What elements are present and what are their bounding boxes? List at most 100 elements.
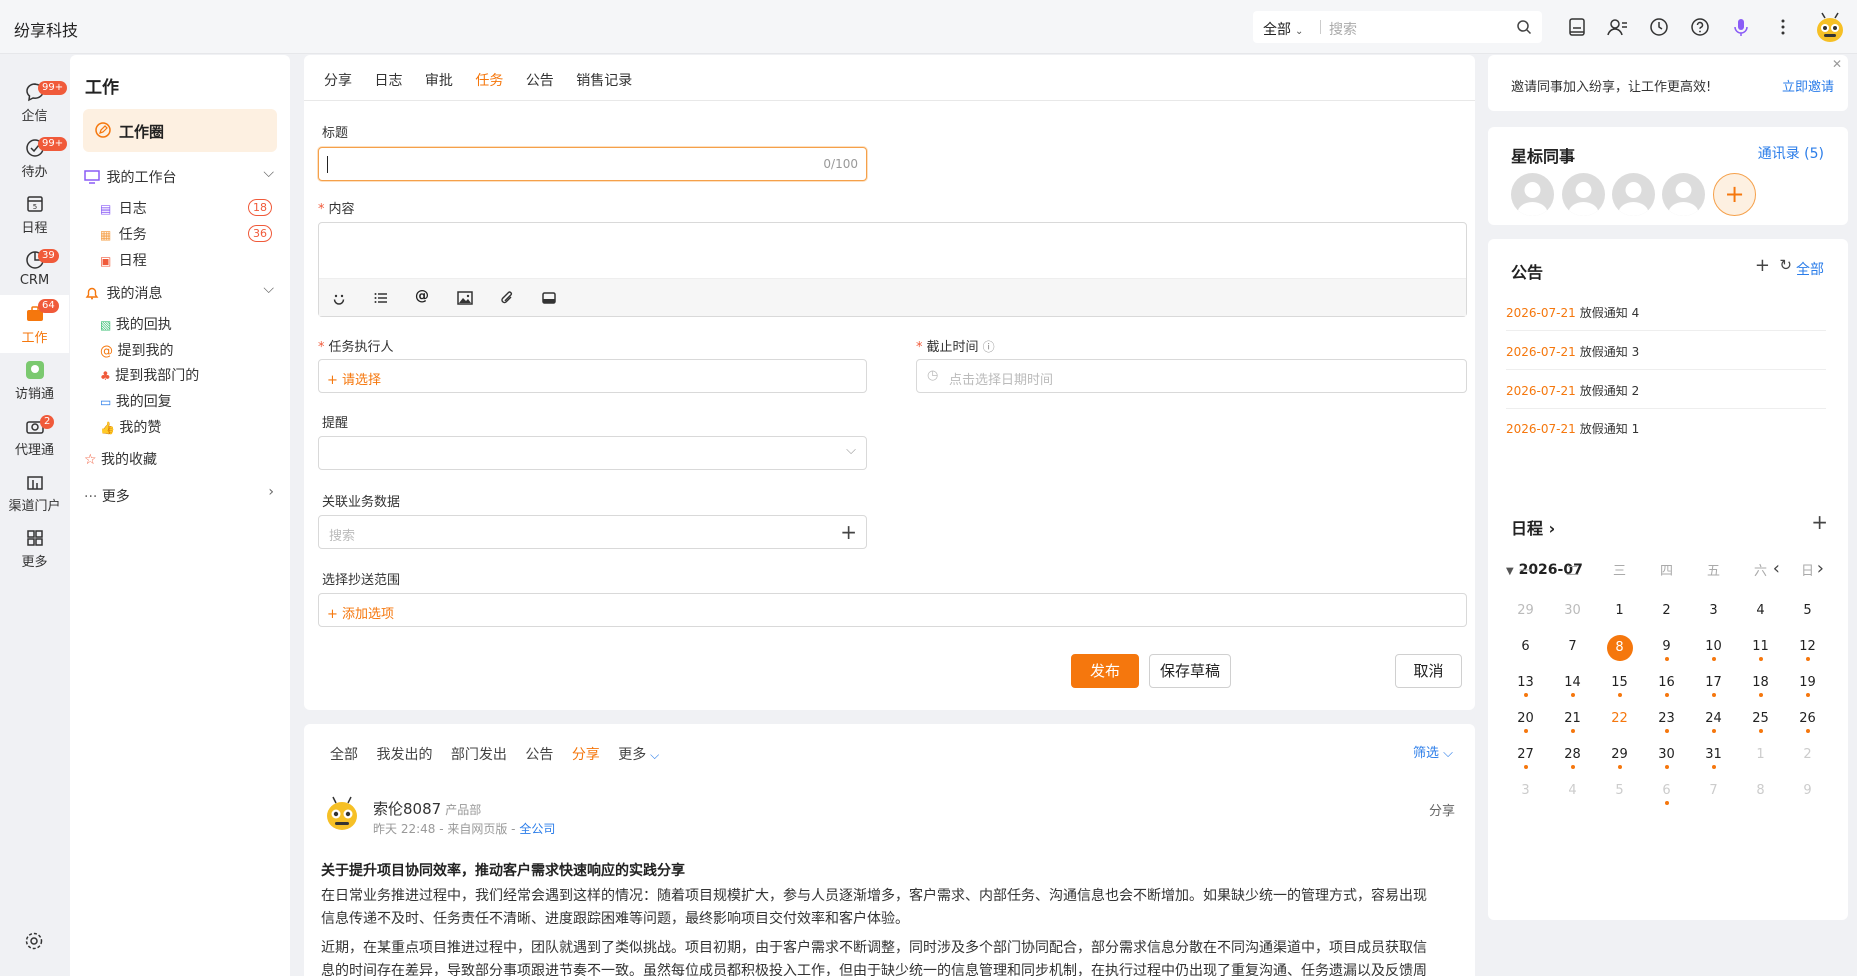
calendar-day[interactable]: 8 xyxy=(1596,635,1643,669)
my-workbench-toggle[interactable]: 我的工作台 ⌵ xyxy=(84,165,274,187)
calendar-day[interactable]: 29 xyxy=(1596,747,1643,777)
author-name[interactable]: 索伦8087 xyxy=(373,800,441,818)
calendar-day[interactable]: 17 xyxy=(1690,675,1737,705)
calendar-day[interactable]: 16 xyxy=(1643,675,1690,705)
cancel-button[interactable]: 取消 xyxy=(1395,654,1462,688)
calendar-day[interactable]: 25 xyxy=(1737,711,1784,741)
calendar-day[interactable]: 30 xyxy=(1643,747,1690,777)
calendar-day[interactable]: 2 xyxy=(1784,747,1831,777)
tab-task[interactable]: 任务 xyxy=(475,70,503,90)
calendar-day[interactable]: 10 xyxy=(1690,639,1737,669)
clock-icon[interactable] xyxy=(1648,16,1670,38)
filter-button[interactable]: 筛选 ⌵ xyxy=(1413,742,1453,761)
colleague-avatar[interactable] xyxy=(1612,173,1655,216)
feed-tab-notice[interactable]: 公告 xyxy=(525,744,553,764)
attachment-icon[interactable] xyxy=(499,290,515,306)
user-avatar[interactable] xyxy=(1812,10,1848,46)
search-input[interactable]: 搜索 xyxy=(1329,19,1357,39)
calendar-day[interactable]: 1 xyxy=(1737,747,1784,777)
title-input[interactable]: 0/100 xyxy=(318,147,867,181)
calendar-day[interactable]: 9 xyxy=(1643,639,1690,669)
executor-picker[interactable]: + 请选择 xyxy=(318,359,867,393)
search-icon[interactable] xyxy=(1516,19,1532,35)
contacts-icon[interactable] xyxy=(1606,16,1628,38)
tab-log[interactable]: 日志 xyxy=(374,70,402,90)
calendar-day[interactable]: 21 xyxy=(1549,711,1596,741)
nav-item-agent[interactable]: 代理通 2 xyxy=(0,415,69,475)
calendar-day[interactable]: 15 xyxy=(1596,675,1643,705)
tab-sales-record[interactable]: 销售记录 xyxy=(576,70,632,90)
calendar-day[interactable]: 5 xyxy=(1784,603,1831,633)
feed-tab-sent[interactable]: 我发出的 xyxy=(376,744,432,764)
calendar-day[interactable]: 22 xyxy=(1596,711,1643,741)
contacts-link[interactable]: 通讯录 (5) xyxy=(1758,143,1824,163)
help-circle-icon[interactable]: ⓘ xyxy=(983,340,995,354)
feed-tab-dept[interactable]: 部门发出 xyxy=(451,744,507,764)
calendar-day[interactable]: 9 xyxy=(1784,783,1831,813)
calendar-day[interactable]: 5 xyxy=(1596,783,1643,813)
calendar-day[interactable]: 28 xyxy=(1549,747,1596,777)
plus-icon[interactable]: + xyxy=(840,520,857,544)
post-author[interactable]: 索伦8087 产品部 xyxy=(373,798,481,819)
plus-icon[interactable]: + xyxy=(1755,255,1770,276)
calendar-day[interactable]: 4 xyxy=(1549,783,1596,813)
message-item-replies[interactable]: ▭ 我的回复 xyxy=(100,391,172,411)
calendar-day[interactable]: 8 xyxy=(1737,783,1784,813)
mention-icon[interactable]: @ xyxy=(415,288,431,304)
cc-picker[interactable]: + 添加选项 xyxy=(318,593,1467,627)
calendar-day[interactable]: 3 xyxy=(1502,783,1549,813)
plus-icon[interactable]: + xyxy=(1811,510,1828,534)
image-icon[interactable] xyxy=(457,290,473,306)
feed-tab-share[interactable]: 分享 xyxy=(572,744,600,764)
microphone-icon[interactable] xyxy=(1730,16,1752,38)
message-item-mentions[interactable]: @ 提到我的 xyxy=(100,340,173,360)
calendar-day[interactable]: 31 xyxy=(1690,747,1737,777)
calendar-day[interactable]: 30 xyxy=(1549,603,1596,633)
calendar-day[interactable]: 27 xyxy=(1502,747,1549,777)
calendar-day[interactable]: 7 xyxy=(1690,783,1737,813)
drive-icon[interactable] xyxy=(541,290,557,306)
more-vertical-icon[interactable] xyxy=(1772,16,1794,38)
notice-all-link[interactable]: 全部 xyxy=(1796,259,1824,279)
nav-item-qixin[interactable]: 企信 99+ xyxy=(0,81,69,141)
save-draft-button[interactable]: 保存草稿 xyxy=(1149,654,1231,688)
invite-link[interactable]: 立即邀请 xyxy=(1782,76,1834,95)
more-toggle[interactable]: ··· 更多 › xyxy=(84,484,274,506)
calendar-day[interactable]: 24 xyxy=(1690,711,1737,741)
schedule-title-link[interactable]: 日程 › xyxy=(1511,515,1555,539)
nav-item-todo[interactable]: 待办 99+ xyxy=(0,137,69,197)
related-data-search[interactable]: 搜索 + xyxy=(318,515,867,549)
calendar-day[interactable]: 19 xyxy=(1784,675,1831,705)
calendar-day[interactable]: 3 xyxy=(1690,603,1737,633)
message-item-likes[interactable]: 👍 我的赞 xyxy=(100,417,161,437)
calendar-day[interactable]: 23 xyxy=(1643,711,1690,741)
workbench-item-task[interactable]: ▦ 任务 36 xyxy=(100,224,290,244)
calendar-day[interactable]: 29 xyxy=(1502,603,1549,633)
message-item-dept-mentions[interactable]: ♣ 提到我部门的 xyxy=(100,365,199,385)
calendar-day[interactable]: 2 xyxy=(1643,603,1690,633)
help-icon[interactable] xyxy=(1689,16,1711,38)
calendar-day[interactable]: 1 xyxy=(1596,603,1643,633)
workbench-item-log[interactable]: ▤ 日志 18 xyxy=(100,198,290,218)
colleague-avatar[interactable] xyxy=(1511,173,1554,216)
document-icon[interactable] xyxy=(1566,16,1588,38)
nav-item-channel[interactable]: 渠道门户 xyxy=(0,471,69,531)
notice-item[interactable]: 2026-07-21 放假通知 2 xyxy=(1506,371,1826,409)
remind-select[interactable]: ⌵ xyxy=(318,436,867,470)
post-scope-link[interactable]: 全公司 xyxy=(519,822,555,836)
tab-approval[interactable]: 审批 xyxy=(425,70,453,90)
calendar-day[interactable]: 6 xyxy=(1502,639,1549,669)
calendar-day[interactable]: 26 xyxy=(1784,711,1831,741)
list-icon[interactable] xyxy=(373,290,389,306)
content-editor[interactable]: @ xyxy=(318,222,1467,317)
nav-item-work[interactable]: 工作 64 xyxy=(0,295,69,353)
calendar-day[interactable]: 11 xyxy=(1737,639,1784,669)
calendar-day[interactable]: 7 xyxy=(1549,639,1596,669)
workbench-item-schedule[interactable]: ▣ 日程 xyxy=(100,250,290,270)
nav-item-visit[interactable]: 访销通 xyxy=(0,359,69,419)
calendar-day[interactable]: 14 xyxy=(1549,675,1596,705)
tab-notice[interactable]: 公告 xyxy=(526,70,554,90)
publish-button[interactable]: 发布 xyxy=(1071,654,1139,688)
colleague-avatar[interactable] xyxy=(1662,173,1705,216)
emoji-icon[interactable] xyxy=(331,290,347,306)
